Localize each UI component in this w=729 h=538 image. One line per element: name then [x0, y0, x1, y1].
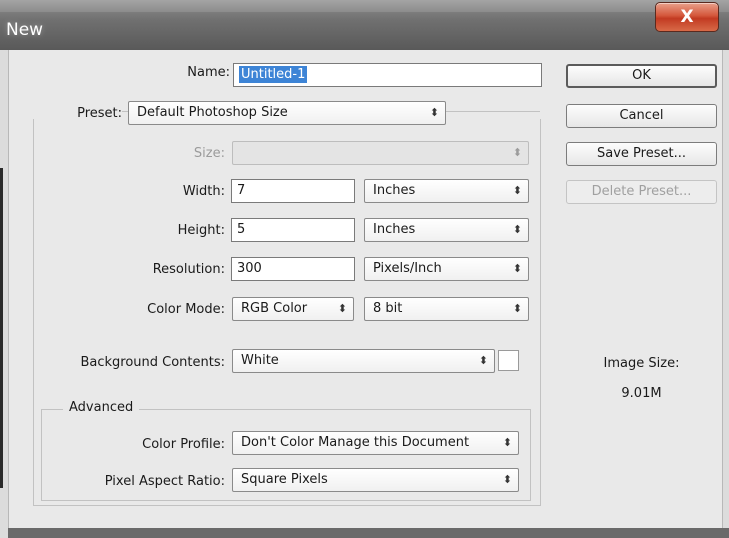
bit-depth-select[interactable]: 8 bit ⬍	[364, 297, 529, 321]
preset-select-value: Default Photoshop Size	[137, 105, 288, 120]
preset-label: Preset:	[58, 106, 122, 121]
chevron-updown-icon: ⬍	[429, 106, 439, 119]
delete-preset-button[interactable]: Delete Preset...	[566, 180, 717, 204]
size-select[interactable]: ⬍	[232, 141, 529, 165]
title-bar-top-band	[0, 0, 729, 12]
pixel-aspect-ratio-label: Pixel Aspect Ratio:	[104, 474, 225, 489]
height-unit-select[interactable]: Inches ⬍	[364, 218, 529, 242]
height-input[interactable]: 5	[231, 218, 355, 242]
width-input[interactable]: 7	[231, 179, 355, 203]
name-input[interactable]: Untitled-1	[233, 63, 542, 87]
window-bottom-edge	[8, 528, 729, 538]
chevron-updown-icon: ⬍	[502, 473, 512, 486]
preset-group-top-line	[450, 111, 540, 112]
chevron-updown-icon: ⬍	[512, 146, 522, 159]
preset-group-gap-left	[30, 103, 58, 119]
color-mode-label: Color Mode:	[147, 302, 225, 317]
image-size-label: Image Size:	[603, 356, 680, 371]
bit-depth-value: 8 bit	[373, 301, 403, 316]
chevron-updown-icon: ⬍	[337, 302, 347, 315]
window-left-edge	[0, 168, 3, 488]
resolution-unit-select[interactable]: Pixels/Inch ⬍	[364, 257, 529, 281]
name-label: Name:	[187, 65, 230, 80]
window-title: New	[6, 20, 44, 40]
width-unit-value: Inches	[373, 183, 416, 198]
chevron-updown-icon: ⬍	[512, 184, 522, 197]
chevron-updown-icon: ⬍	[512, 223, 522, 236]
size-label: Size:	[193, 146, 225, 161]
background-contents-select[interactable]: White ⬍	[232, 349, 495, 373]
close-icon: X	[680, 7, 694, 27]
save-preset-button[interactable]: Save Preset...	[566, 142, 717, 166]
width-unit-select[interactable]: Inches ⬍	[364, 179, 529, 203]
image-size-value: 9.01M	[621, 386, 662, 401]
close-button[interactable]: X	[655, 2, 719, 32]
chevron-updown-icon: ⬍	[512, 262, 522, 275]
color-profile-value: Don't Color Manage this Document	[241, 435, 470, 450]
resolution-label: Resolution:	[152, 262, 225, 277]
resolution-input[interactable]: 300	[231, 257, 355, 281]
pixel-aspect-ratio-value: Square Pixels	[241, 472, 328, 487]
cancel-button[interactable]: Cancel	[566, 104, 717, 128]
chevron-updown-icon: ⬍	[512, 302, 522, 315]
color-mode-select[interactable]: RGB Color ⬍	[232, 297, 354, 321]
color-profile-select[interactable]: Don't Color Manage this Document ⬍	[232, 431, 519, 455]
background-color-swatch[interactable]	[498, 350, 519, 371]
height-unit-value: Inches	[373, 222, 416, 237]
name-input-value: Untitled-1	[239, 66, 308, 83]
color-profile-label: Color Profile:	[142, 437, 225, 452]
ok-button[interactable]: OK	[566, 64, 717, 88]
background-contents-label: Background Contents:	[80, 355, 225, 370]
preset-select[interactable]: Default Photoshop Size ⬍	[128, 101, 446, 125]
title-bar: New X	[0, 0, 729, 50]
advanced-label: Advanced	[63, 400, 140, 415]
chevron-updown-icon: ⬍	[478, 354, 488, 367]
color-mode-value: RGB Color	[241, 301, 308, 316]
height-label: Height:	[177, 223, 225, 238]
pixel-aspect-ratio-select[interactable]: Square Pixels ⬍	[232, 468, 519, 492]
chevron-updown-icon: ⬍	[502, 436, 512, 449]
resolution-unit-value: Pixels/Inch	[373, 261, 442, 276]
background-contents-value: White	[241, 353, 279, 368]
width-label: Width:	[182, 184, 225, 199]
